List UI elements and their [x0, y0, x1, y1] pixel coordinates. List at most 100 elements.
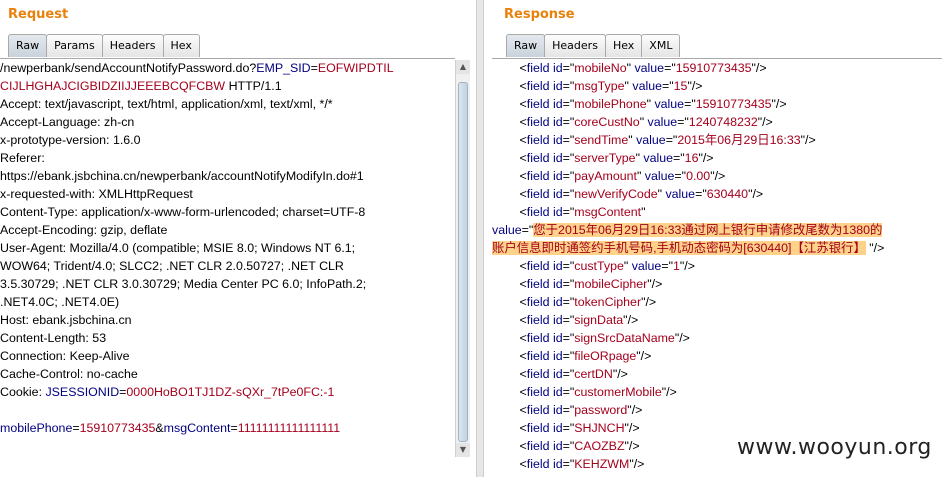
- split-divider[interactable]: [476, 0, 484, 477]
- request-scrollbar[interactable]: ▲ ▼: [455, 60, 470, 457]
- xml-attr-name: value: [665, 187, 696, 201]
- xml-punct: "/>: [612, 367, 628, 381]
- request-line: 3.5.30729; .NET CLR 3.0.30729; Media Cen…: [0, 275, 455, 293]
- xml-punct: =": [562, 115, 575, 129]
- response-line: <field id="msgContent": [492, 203, 942, 221]
- response-line: <field id="signData"/>: [492, 311, 942, 329]
- xml-attr-name: id: [552, 349, 563, 363]
- xml-punct: =": [562, 97, 575, 111]
- xml-field-value: 0.00: [686, 169, 711, 183]
- xml-tag-name: field: [526, 403, 550, 417]
- xml-tag-name: field: [526, 61, 550, 75]
- response-pane: Response Raw Headers Hex XML <field id="…: [484, 0, 942, 477]
- xml-punct: "/>: [865, 241, 885, 255]
- xml-punct: =": [562, 205, 575, 219]
- xml-punct: =": [664, 61, 676, 75]
- xml-punct: =": [661, 259, 673, 273]
- xml-tag-name: field: [526, 259, 550, 273]
- request-token: HTTP/1.1: [225, 79, 282, 93]
- request-token: Referer:: [0, 151, 45, 165]
- xml-field-value: 1: [672, 259, 680, 273]
- request-token: Accept: text/javascript, text/html, appl…: [0, 97, 333, 111]
- xml-punct: "/>: [627, 403, 643, 417]
- xml-field-id: mobileCipher: [574, 277, 648, 291]
- xml-punct: ": [639, 115, 648, 129]
- xml-field-id: msgType: [574, 79, 625, 93]
- xml-tag-name: field: [526, 151, 550, 165]
- request-line: Host: ebank.jsbchina.cn: [0, 311, 455, 329]
- scroll-thumb[interactable]: [458, 82, 468, 442]
- request-token: JSESSIONID: [45, 385, 120, 399]
- xml-punct: "/>: [757, 115, 773, 129]
- xml-punct: <: [492, 349, 527, 363]
- request-token: Cookie:: [0, 385, 46, 399]
- xml-punct: =": [562, 169, 575, 183]
- xml-tag-name: field: [526, 205, 550, 219]
- response-line: value="您于2015年06月29日16:33通过网上银行申请修改尾数为13…: [492, 221, 942, 239]
- xml-punct: =": [562, 367, 575, 381]
- xml-field-value: 15910773435: [675, 61, 752, 75]
- watermark: www.wooyun.org: [737, 435, 932, 460]
- response-editor[interactable]: <field id="mobileNo" value="15910773435"…: [492, 58, 942, 477]
- request-line: Accept: text/javascript, text/html, appl…: [0, 95, 455, 113]
- xml-punct: =": [684, 97, 696, 111]
- xml-field-id: msgContent: [574, 205, 642, 219]
- response-tab-hex[interactable]: Hex: [604, 34, 643, 57]
- request-tab-raw[interactable]: Raw: [8, 34, 48, 57]
- xml-tag-name: field: [526, 277, 550, 291]
- xml-punct: "/>: [771, 97, 787, 111]
- xml-attr-name: id: [552, 331, 563, 345]
- xml-field-id: mobilePhone: [574, 97, 647, 111]
- response-tab-raw[interactable]: Raw: [506, 34, 546, 57]
- request-tab-params[interactable]: Params: [46, 34, 103, 57]
- scroll-up-arrow-icon[interactable]: ▲: [456, 60, 470, 74]
- request-tab-headers[interactable]: Headers: [101, 34, 164, 57]
- request-editor[interactable]: /newperbank/sendAccountNotifyPassword.do…: [0, 58, 455, 477]
- xml-field-id: serverType: [574, 151, 636, 165]
- response-line: <field id="msgType" value="15"/>: [492, 77, 942, 95]
- request-token: x-requested-with: XMLHttpRequest: [0, 187, 193, 201]
- xml-punct: <: [492, 295, 527, 309]
- xml-tag-name: field: [526, 115, 550, 129]
- xml-punct: =": [562, 385, 575, 399]
- response-line: <field id="sendTime" value="2015年06月29日1…: [492, 131, 942, 149]
- request-token: EOFWIPDTIL: [317, 61, 394, 75]
- request-token: Content-Type: application/x-www-form-url…: [0, 205, 366, 219]
- xml-punct: <: [492, 367, 527, 381]
- xml-field-value: 2015年06月29日16:33: [677, 133, 801, 147]
- xml-attr-name: value: [644, 169, 675, 183]
- request-token: &: [155, 421, 164, 435]
- xml-punct: =": [677, 115, 689, 129]
- xml-attr-name: id: [552, 169, 563, 183]
- xml-attr-name: value: [643, 151, 674, 165]
- xml-attr-name: id: [552, 259, 563, 273]
- request-token: Host: ebank.jsbchina.cn: [0, 313, 132, 327]
- response-line: <field id="newVerifyCode" value="630440"…: [492, 185, 942, 203]
- request-line: mobilePhone=15910773435&msgContent=11111…: [0, 419, 455, 437]
- xml-punct: =": [562, 79, 575, 93]
- request-line: Referer:: [0, 149, 455, 167]
- xml-punct: "/>: [679, 259, 695, 273]
- xml-field-value: 15: [673, 79, 688, 93]
- response-tab-xml[interactable]: XML: [641, 34, 681, 57]
- request-token: User-Agent: Mozilla/4.0 (compatible; MSI…: [0, 241, 356, 255]
- request-token: https://ebank.jsbchina.cn/newperbank/acc…: [0, 169, 364, 183]
- scroll-down-arrow-icon[interactable]: ▼: [456, 443, 470, 457]
- xml-punct: <: [492, 259, 527, 273]
- response-tab-headers[interactable]: Headers: [544, 34, 606, 57]
- response-line: <field id="customerMobile"/>: [492, 383, 942, 401]
- response-line: 账户信息即时通签约手机号码,手机动态密码为[630440]【江苏银行】 "/>: [492, 239, 942, 257]
- request-line: Content-Length: 53: [0, 329, 455, 347]
- xml-punct: "/>: [710, 169, 726, 183]
- xml-field-value: 630440: [706, 187, 749, 201]
- request-token: mobilePhone: [0, 421, 73, 435]
- xml-attr-name: value: [636, 133, 666, 147]
- xml-punct: =": [562, 421, 575, 435]
- xml-punct: "/>: [687, 79, 703, 93]
- response-line: <field id="fileORpage"/>: [492, 347, 942, 365]
- xml-tag-name: field: [526, 457, 550, 471]
- request-token: Connection: Keep-Alive: [0, 349, 130, 363]
- request-tab-hex[interactable]: Hex: [162, 34, 200, 57]
- request-token: 0000HoBO1TJ1DZ-sQXr_7tPe0FC:-1: [126, 385, 335, 399]
- request-token: x-prototype-version: 1.6.0: [0, 133, 141, 147]
